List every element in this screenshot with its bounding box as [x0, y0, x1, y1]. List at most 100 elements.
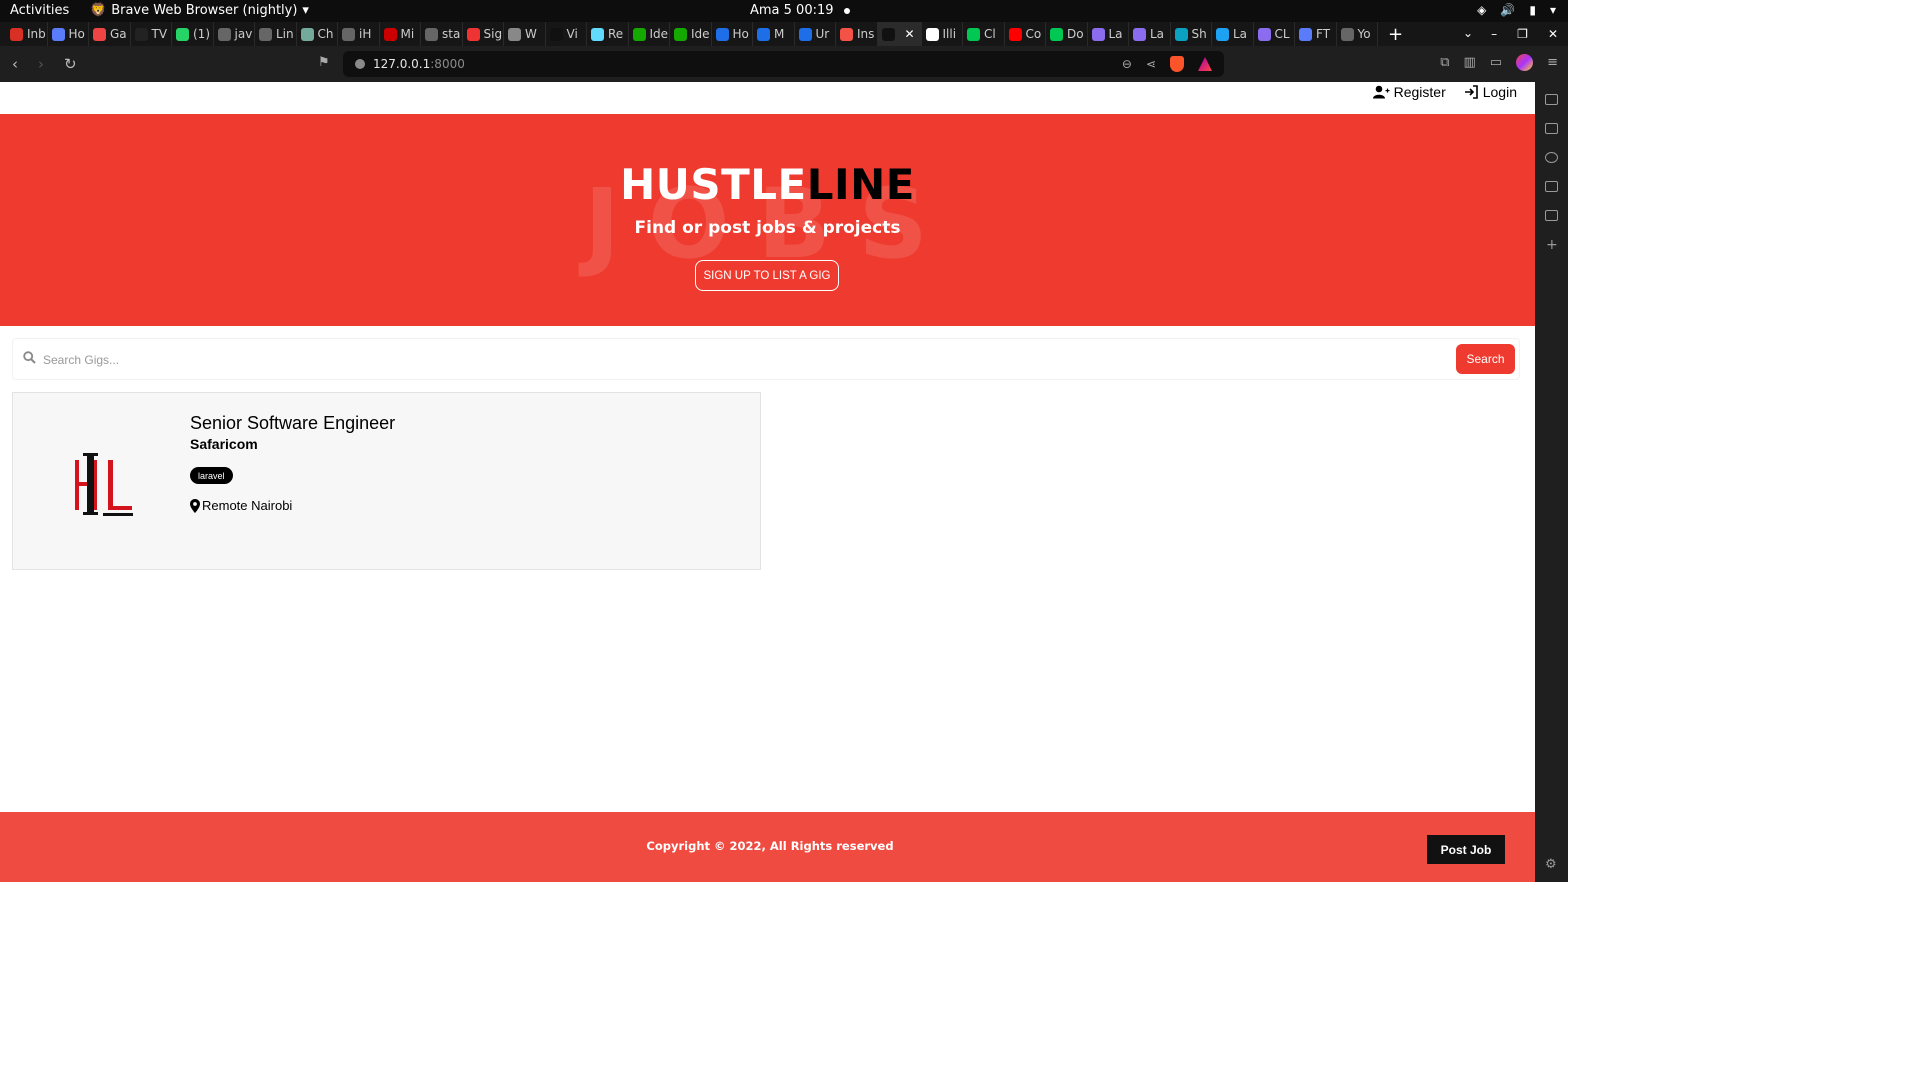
- share-icon[interactable]: ⋖: [1146, 57, 1156, 71]
- extensions-icon[interactable]: ⧉: [1440, 55, 1449, 70]
- browser-tab[interactable]: Co: [1005, 22, 1046, 46]
- register-label: Register: [1393, 84, 1446, 100]
- sidebar-wallet-icon[interactable]: [1545, 123, 1558, 134]
- sidebar-history-icon[interactable]: [1545, 152, 1558, 163]
- tab-label: Inb: [27, 27, 46, 41]
- zoom-icon[interactable]: ⊖: [1122, 57, 1132, 71]
- browser-tab[interactable]: W: [504, 22, 546, 46]
- browser-tab[interactable]: Illi: [922, 22, 963, 46]
- search-input[interactable]: [43, 349, 1423, 371]
- profile-avatar[interactable]: [1516, 54, 1534, 71]
- browser-tab[interactable]: Sig: [463, 22, 504, 46]
- sidebar-reading-list-icon[interactable]: [1545, 210, 1558, 221]
- brave-shields-icon[interactable]: [1170, 56, 1184, 72]
- reload-icon[interactable]: ↻: [64, 55, 77, 73]
- tab-label: Vi: [566, 27, 578, 41]
- browser-tab[interactable]: TV: [131, 22, 172, 46]
- sidebar-bookmarks-icon[interactable]: [1545, 181, 1558, 192]
- browser-tab[interactable]: La: [1129, 22, 1171, 46]
- browser-tab[interactable]: ✕: [877, 22, 922, 46]
- browser-tab[interactable]: jav: [214, 22, 255, 46]
- browser-tab[interactable]: sta: [421, 22, 463, 46]
- browser-tab[interactable]: Inb: [6, 22, 48, 46]
- sidebar-add-icon[interactable]: +: [1546, 237, 1558, 253]
- post-job-button[interactable]: Post Job: [1427, 835, 1505, 864]
- search-button[interactable]: Search: [1456, 344, 1515, 374]
- tab-label: Ide: [649, 27, 669, 41]
- browser-tab[interactable]: Re: [587, 22, 629, 46]
- swirl-icon: [1174, 27, 1188, 41]
- browser-tab[interactable]: CL: [1254, 22, 1295, 46]
- browser-tab[interactable]: M: [753, 22, 795, 46]
- brave-rewards-icon[interactable]: [1198, 57, 1212, 71]
- browser-tab[interactable]: Mi: [380, 22, 421, 46]
- browser-tab[interactable]: La: [1212, 22, 1254, 46]
- system-tray[interactable]: ◈ 🔊 ▮ ▾: [1477, 3, 1556, 17]
- wallet-icon[interactable]: ▭: [1490, 55, 1502, 70]
- browser-tab[interactable]: iH: [338, 22, 380, 46]
- tab-label: Yo: [1357, 27, 1371, 41]
- register-link[interactable]: Register: [1372, 84, 1446, 100]
- browser-tab[interactable]: Vi: [546, 22, 587, 46]
- brand-title-part-2: LINE: [806, 160, 915, 209]
- clock[interactable]: Ama 5 00:19: [750, 3, 850, 18]
- tab-search-icon[interactable]: ⌄: [1463, 26, 1473, 40]
- signup-gig-button[interactable]: SIGN UP TO LIST A GIG: [695, 260, 839, 291]
- company-logo: [75, 453, 133, 516]
- forward-icon[interactable]: ›: [38, 55, 44, 73]
- job-tag[interactable]: laravel: [190, 467, 233, 484]
- site-info-icon[interactable]: [355, 59, 365, 69]
- job-card[interactable]: Senior Software Engineer Safaricom larav…: [12, 392, 761, 570]
- sidebar-talk-icon[interactable]: [1545, 94, 1558, 105]
- new-tab-button[interactable]: +: [1388, 24, 1403, 45]
- battery-icon: ▮: [1529, 3, 1536, 17]
- maximize-icon[interactable]: ❐: [1517, 27, 1528, 41]
- browser-tab[interactable]: Ch: [297, 22, 338, 46]
- tab-label: Ho: [68, 27, 85, 41]
- browser-tab[interactable]: Ur: [795, 22, 836, 46]
- close-tab-icon[interactable]: ✕: [905, 27, 915, 41]
- minimize-icon[interactable]: –: [1491, 27, 1497, 41]
- c-icon: [798, 27, 812, 41]
- tab-label: W: [525, 27, 537, 41]
- tab-label: La: [1108, 27, 1123, 41]
- globe-icon: [342, 27, 355, 41]
- back-icon[interactable]: ‹: [12, 55, 18, 73]
- window-controls: – ❐ ✕: [1491, 22, 1558, 46]
- browser-tab[interactable]: Ide: [670, 22, 712, 46]
- browser-tab[interactable]: Do: [1046, 22, 1088, 46]
- browser-tab[interactable]: La: [1088, 22, 1129, 46]
- tab-label: TV: [151, 27, 168, 41]
- whatsapp-icon: [176, 27, 189, 41]
- browser-tab[interactable]: FT: [1295, 22, 1337, 46]
- browser-tab[interactable]: Sh: [1171, 22, 1212, 46]
- tab-label: Lin: [276, 27, 294, 41]
- sidebar-toggle-icon[interactable]: ▥: [1464, 55, 1476, 70]
- browser-tab[interactable]: Ide: [629, 22, 670, 46]
- hero-tagline: Find or post jobs & projects: [634, 218, 901, 238]
- globe-icon: [259, 27, 272, 41]
- address-bar[interactable]: 127.0.0.1:8000 ⊖ ⋖: [343, 51, 1224, 77]
- brave-lion-icon: 🦁: [90, 3, 107, 18]
- tab-label: Ur: [815, 27, 830, 41]
- obsidian-icon: [1257, 27, 1271, 41]
- browser-tab[interactable]: Ins: [836, 22, 878, 46]
- menu-icon[interactable]: ≡: [1547, 55, 1558, 70]
- close-window-icon[interactable]: ✕: [1548, 27, 1558, 41]
- bookmark-icon[interactable]: ⚑: [318, 55, 330, 70]
- tab-label: M: [774, 27, 785, 41]
- browser-tab[interactable]: Yo: [1337, 22, 1378, 46]
- login-link[interactable]: Login: [1464, 84, 1517, 100]
- browser-tab[interactable]: Lin: [255, 22, 297, 46]
- obsidian-icon: [1091, 27, 1105, 41]
- job-title[interactable]: Senior Software Engineer: [190, 413, 395, 434]
- sidebar-settings-icon[interactable]: ⚙: [1545, 857, 1557, 872]
- wifi-icon: ◈: [1477, 3, 1487, 17]
- browser-tab[interactable]: Ho: [48, 22, 89, 46]
- browser-tab[interactable]: Cl: [963, 22, 1005, 46]
- browser-tab[interactable]: Ho: [712, 22, 753, 46]
- activities-button[interactable]: Activities: [10, 3, 69, 18]
- browser-tab[interactable]: (1): [172, 22, 214, 46]
- browser-tab[interactable]: Ga: [89, 22, 131, 46]
- app-menu[interactable]: 🦁 Brave Web Browser (nightly) ▾: [90, 3, 309, 18]
